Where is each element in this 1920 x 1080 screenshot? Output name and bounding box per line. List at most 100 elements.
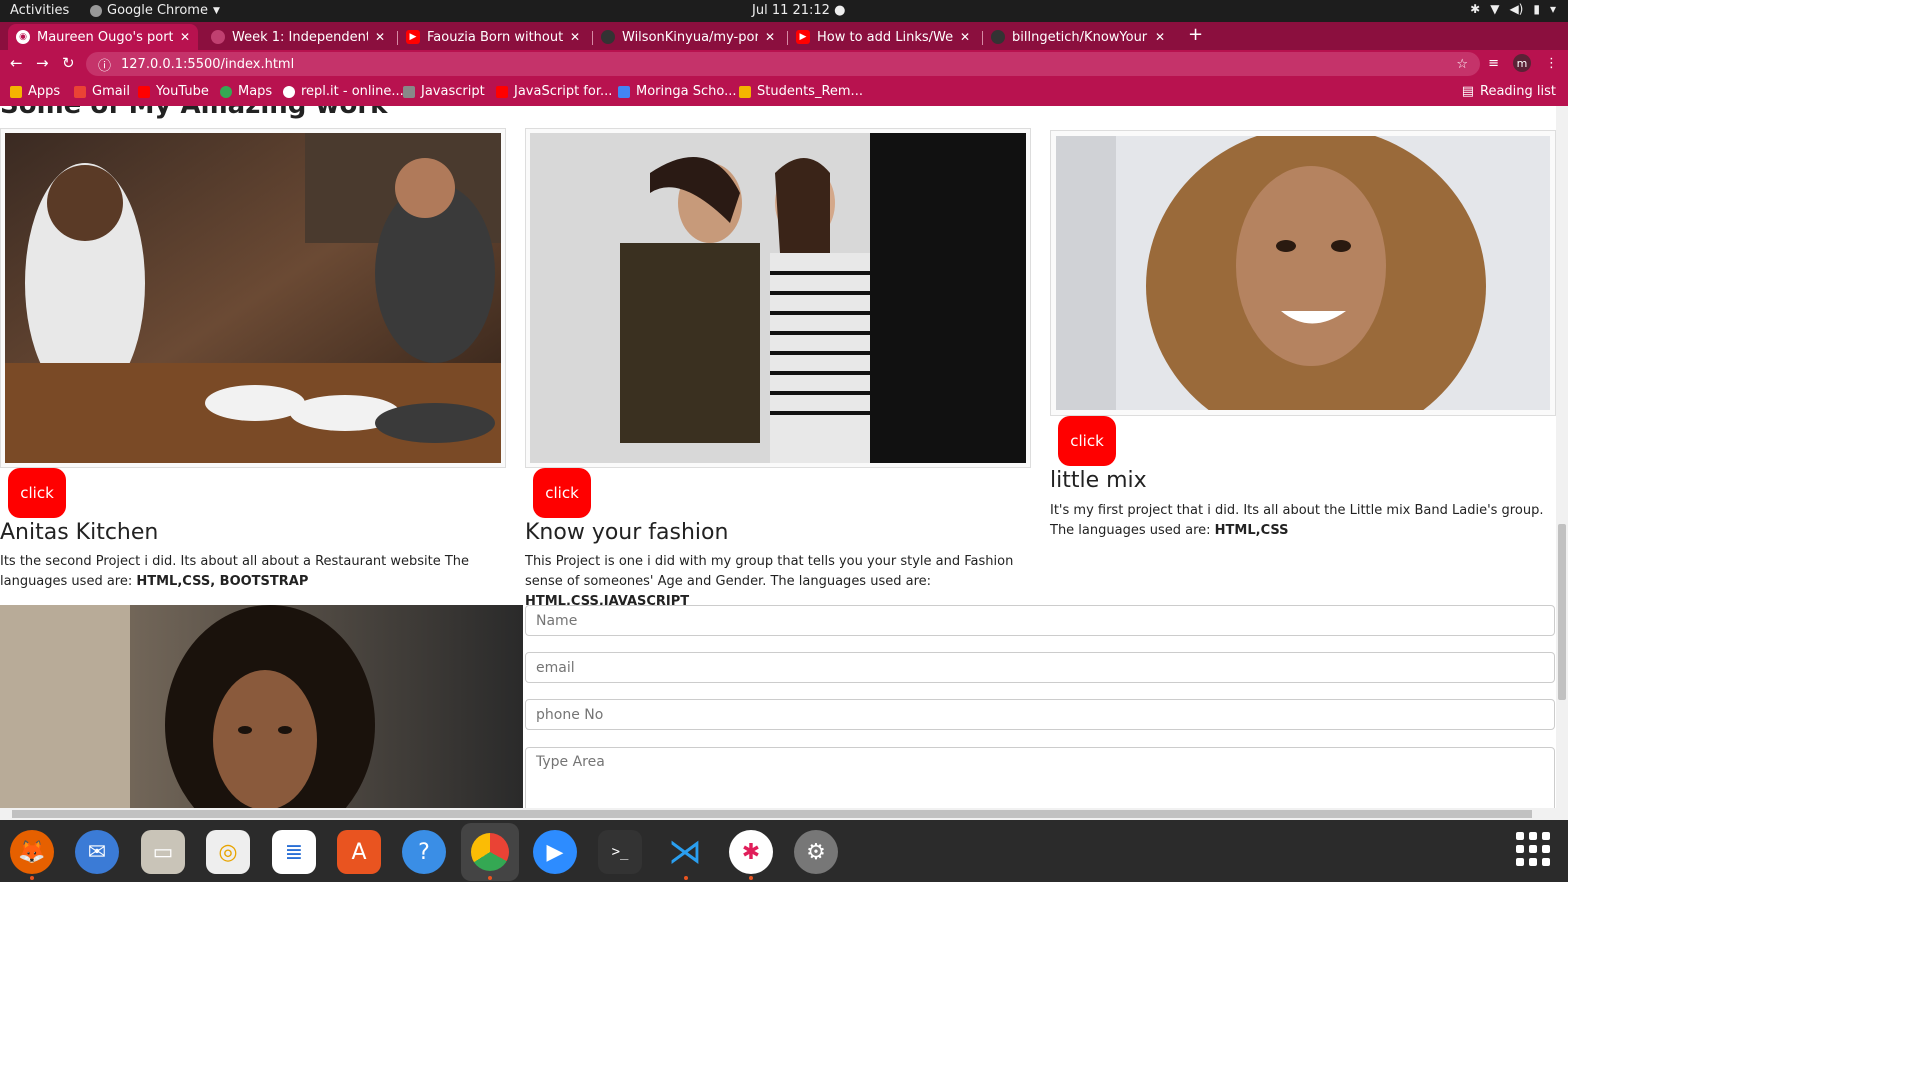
bookmark-moringa[interactable]: Moringa Scho... [618,84,736,99]
youtube-icon: ▶ [796,30,810,44]
phone-field[interactable] [525,699,1555,730]
thunderbird-icon[interactable]: ✉ [75,830,119,874]
minimize-icon[interactable]: — [1837,26,1849,40]
clock[interactable]: Jul 11 21:12 ● [752,3,845,18]
section-heading: Some of My Amazing work [0,106,387,120]
bookmark-apps[interactable]: Apps [10,84,60,99]
scrollbar-thumb[interactable] [1558,524,1566,700]
page-viewport: Some of My Amazing work click Anitas Kit… [0,106,1556,808]
bookmark-javascript[interactable]: Javascript [403,84,485,99]
vertical-scrollbar[interactable] [1556,106,1568,808]
settings-icon[interactable]: ⚙ [794,830,838,874]
moringa-icon [211,30,225,44]
close-window-icon[interactable]: ✕ [1900,26,1910,40]
horizontal-scrollbar[interactable] [0,808,1568,820]
bookmark-gmail[interactable]: Gmail [74,84,130,99]
back-arrow-icon[interactable]: ← [10,54,23,72]
project-click-button[interactable]: click [8,468,66,518]
project-title: Anitas Kitchen [0,520,159,545]
scrollbar-thumb[interactable] [12,810,1532,818]
project-description: This Project is one i did with my group … [525,552,1031,612]
bookmark-replit[interactable]: repl.it - online... [283,84,404,99]
portrait-photo [1056,136,1550,410]
bookmark-label: Students_Rem... [757,84,863,99]
info-icon[interactable]: ⓘ [98,55,111,74]
slides-icon [739,85,751,98]
bookmark-label: JavaScript for... [514,84,613,99]
slack-icon[interactable]: ✱ [729,830,773,874]
reading-list-icon: ▤ [1461,84,1474,99]
project-image-restaurant [0,128,506,468]
tab-strip: ◉ Maureen Ougo's portfolio ✕ Week 1: Ind… [0,22,1568,50]
help-icon[interactable]: ? [402,830,446,874]
ubuntu-dock: 🦊 ✉ ▭ ◎ ≣ A ? ▶ >_ ⋊ ✱ ⚙ [0,820,1568,882]
bookmark-maps[interactable]: Maps [220,84,272,99]
reload-icon[interactable]: ↻ [62,54,75,72]
close-icon[interactable]: ✕ [765,30,775,44]
rhythmbox-icon[interactable]: ◎ [206,830,250,874]
chrome-icon[interactable] [461,823,519,881]
tab-portfolio[interactable]: ◉ Maureen Ougo's portfolio ✕ [8,24,198,50]
new-tab-button[interactable]: + [1188,24,1203,45]
youtube-icon: ▶ [406,30,420,44]
project-languages: HTML,CSS [1214,523,1289,538]
project-click-button[interactable]: click [533,468,591,518]
vscode-icon[interactable]: ⋊ [663,830,707,874]
window-controls: ◉ — ❐ ✕ [1807,26,1910,40]
system-tray[interactable]: ✱ ▼ ◀) ▮ ▾ [1470,2,1556,16]
project-image-portrait [1050,130,1556,416]
tab-wilson[interactable]: WilsonKinyua/my-portfoli ✕ [593,24,783,50]
project-title: Know your fashion [525,520,729,545]
close-icon[interactable]: ✕ [960,30,970,44]
bookmark-youtube[interactable]: YouTube [138,84,209,99]
terminal-icon[interactable]: >_ [598,830,642,874]
bookmark-javascript-for[interactable]: JavaScript for... [496,84,612,99]
profile-photo [0,605,523,808]
software-icon[interactable]: A [337,830,381,874]
forward-arrow-icon[interactable]: → [36,54,49,72]
volume-icon: ◀) [1509,2,1524,16]
url-text: 127.0.0.1:5500/index.html [121,56,295,72]
bookmark-label: Gmail [92,84,130,99]
tab-howto[interactable]: ▶ How to add Links/Websit ✕ [788,24,978,50]
tab-title: How to add Links/Websit [817,29,953,45]
running-indicator [30,876,34,880]
github-icon [601,30,615,44]
system-top-bar: Activities Google Chrome ▼ Jul 11 21:12 … [0,0,1568,22]
media-control-icon[interactable]: ≡ [1488,56,1499,71]
close-icon[interactable]: ✕ [375,30,385,44]
maximize-icon[interactable]: ❐ [1869,26,1880,40]
close-icon[interactable]: ✕ [180,30,190,44]
bookmark-students[interactable]: Students_Rem... [739,84,863,99]
bookmark-label: YouTube [156,84,209,99]
show-applications-icon[interactable] [1516,832,1550,866]
tab-title: WilsonKinyua/my-portfoli [622,29,758,45]
wifi-icon: ▼ [1490,2,1500,16]
app-menu[interactable]: Google Chrome ▼ [90,3,220,18]
chrome-icon: ◉ [16,30,30,44]
kebab-menu-icon[interactable]: ⋮ [1545,56,1558,71]
bookmark-star-icon[interactable]: ☆ [1456,57,1468,72]
close-icon[interactable]: ✕ [570,30,580,44]
files-icon[interactable]: ▭ [141,830,185,874]
close-icon[interactable]: ✕ [1155,30,1165,44]
browser-toolbar: ← → ↻ ⓘ 127.0.0.1:5500/index.html ☆ ≡ m … [0,50,1568,78]
message-textarea[interactable] [525,747,1555,808]
zoom-icon[interactable]: ▶ [533,830,577,874]
tab-faouzia[interactable]: ▶ Faouzia Born without a h ✕ [398,24,588,50]
maps-pin-icon [220,85,232,98]
reading-list-button[interactable]: ▤ Reading list [1462,84,1556,99]
project-click-button[interactable]: click [1058,416,1116,466]
tab-week1[interactable]: Week 1: Independent Proj ✕ [203,24,393,50]
profile-avatar[interactable]: m [1513,54,1531,72]
firefox-icon[interactable]: 🦊 [10,830,54,874]
youtube-icon [138,85,150,98]
email-field[interactable] [525,652,1555,683]
activities-button[interactable]: Activities [10,3,69,18]
tab-billngetich[interactable]: billngetich/KnowYourFas ✕ [983,24,1173,50]
name-field[interactable] [525,605,1555,636]
address-bar[interactable]: ⓘ 127.0.0.1:5500/index.html ☆ [86,52,1480,76]
tab-title: Maureen Ougo's portfolio [37,29,173,45]
tab-search-icon[interactable]: ◉ [1807,26,1817,40]
writer-icon[interactable]: ≣ [272,830,316,874]
